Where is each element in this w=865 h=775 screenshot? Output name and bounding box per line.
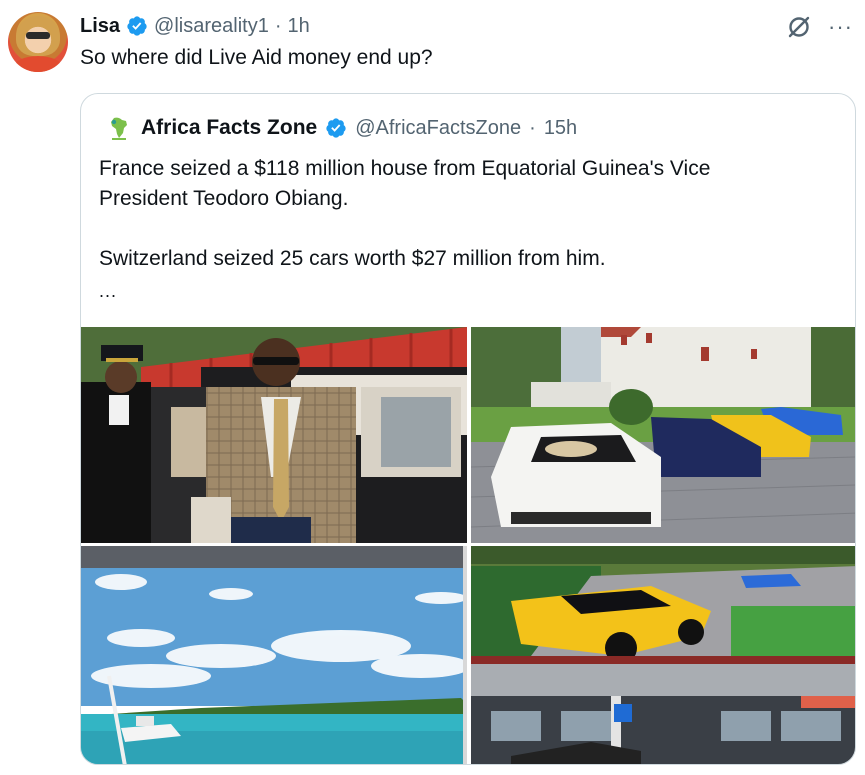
quoted-tweet-header: Africa Facts Zone @AfricaFactsZone · 15h [105,114,577,142]
avatar-sunglasses [26,32,50,39]
dot-separator: · [529,116,536,139]
quoted-tweet-time[interactable]: 15h [544,117,577,140]
quoted-author-name[interactable]: Africa Facts Zone [141,116,317,140]
quoted-text-line: President Teodoro Obiang. [99,187,349,210]
truncation-ellipsis: ... [99,281,118,301]
tweet-actions-top: ··· [786,14,853,40]
africa-facts-logo[interactable] [105,114,133,142]
tweet[interactable]: Lisa @lisareality1 · 1h ··· So where did… [0,0,865,775]
verified-badge-icon [326,118,346,138]
quoted-tweet[interactable]: Africa Facts Zone @AfricaFactsZone · 15h… [80,93,856,765]
photo-yellow-supercar[interactable] [471,546,855,764]
photo-supercars-lawn[interactable] [471,327,855,543]
tweet-text: So where did Live Aid money end up? [80,46,433,69]
author-avatar[interactable] [8,12,68,72]
quoted-author-handle[interactable]: @AfricaFactsZone [355,117,521,140]
dot-separator: · [274,14,282,37]
tweet-time[interactable]: 1h [288,15,310,38]
verified-badge-icon [127,16,147,36]
more-options-icon[interactable]: ··· [828,16,853,38]
photo-man-exiting-car[interactable] [81,327,467,543]
quoted-text-line: France seized a $118 million house from … [99,157,711,180]
author-name[interactable]: Lisa [80,15,120,38]
avatar-shirt [14,56,62,72]
quoted-tweet-text: France seized a $118 million house from … [99,154,839,274]
author-handle[interactable]: @lisareality1 [154,15,269,38]
tweet-header: Lisa @lisareality1 · 1h [80,13,310,39]
grok-icon[interactable] [786,14,812,40]
quoted-text-line: Switzerland seized 25 cars worth $27 mil… [99,247,606,270]
photo-yacht-sea[interactable] [81,546,467,764]
media-grid [81,327,855,764]
